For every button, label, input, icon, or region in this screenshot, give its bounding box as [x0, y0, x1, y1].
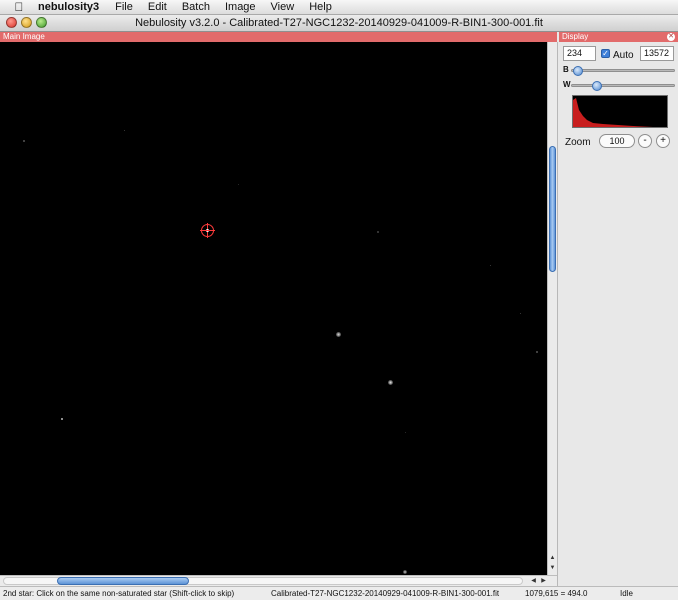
horizontal-scroll-thumb[interactable]: [57, 577, 189, 585]
star: [520, 313, 521, 314]
scroll-down-arrow-icon[interactable]: ▼: [548, 564, 557, 572]
black-slider-label: B: [563, 65, 569, 74]
white-slider-track[interactable]: [571, 84, 675, 87]
star: [536, 351, 538, 353]
close-window-button[interactable]: [6, 17, 17, 28]
white-point-field[interactable]: 13572: [640, 46, 674, 61]
menu-bar:  nebulosity3 File Edit Batch Image View…: [0, 0, 678, 15]
zoom-value-field[interactable]: 100: [599, 134, 635, 148]
star: [336, 332, 341, 337]
histogram: [572, 95, 668, 128]
star: [124, 130, 125, 131]
status-filename: Calibrated-T27-NGC1232-20140929-041009-R…: [271, 589, 500, 598]
main-image-canvas[interactable]: [0, 42, 547, 575]
selected-star: [206, 229, 209, 232]
menu-app-name[interactable]: nebulosity3: [38, 0, 99, 14]
scroll-left-arrow-icon[interactable]: ◀: [529, 576, 538, 586]
star: [388, 380, 393, 385]
star: [403, 570, 407, 574]
menu-help[interactable]: Help: [309, 0, 332, 14]
zoom-label: Zoom: [565, 137, 591, 148]
black-point-field[interactable]: 234: [563, 46, 596, 61]
apple-logo-icon[interactable]: : [8, 0, 30, 14]
display-panel-title: Display: [562, 32, 589, 41]
menu-view[interactable]: View: [271, 0, 295, 14]
star: [377, 231, 379, 233]
minimize-window-button[interactable]: [21, 17, 32, 28]
star-selection-marker[interactable]: [200, 223, 215, 238]
window-title-bar[interactable]: Nebulosity v3.2.0 - Calibrated-T27-NGC12…: [0, 15, 678, 32]
status-message: 2nd star: Click on the same non-saturate…: [3, 589, 235, 598]
black-slider-track[interactable]: [571, 69, 675, 72]
menu-image[interactable]: Image: [225, 0, 256, 14]
menu-batch[interactable]: Batch: [182, 0, 210, 14]
scroll-right-arrow-icon[interactable]: ▶: [539, 576, 548, 586]
star: [61, 418, 63, 420]
display-panel: 234 ✓ Auto 13572 B W Zoom 100 - +: [557, 42, 678, 586]
display-panel-header: Display ✕: [559, 32, 678, 42]
window-title: Nebulosity v3.2.0 - Calibrated-T27-NGC12…: [135, 17, 543, 29]
menu-edit[interactable]: Edit: [148, 0, 167, 14]
white-slider-label: W: [563, 80, 571, 89]
cursor-coordinates: 1079,615 = 494.0: [525, 589, 588, 598]
zoom-out-button[interactable]: -: [638, 134, 652, 148]
status-bar: 2nd star: Click on the same non-saturate…: [0, 586, 678, 600]
auto-checkbox-label: Auto: [613, 50, 634, 61]
white-slider-knob[interactable]: [591, 81, 602, 91]
star: [490, 265, 491, 266]
auto-checkbox[interactable]: ✓: [601, 49, 610, 58]
histogram-graph: [573, 98, 667, 127]
main-image-panel-header: Main Image: [0, 32, 557, 42]
scroll-up-arrow-icon[interactable]: ▲: [548, 554, 557, 562]
zoom-window-button[interactable]: [36, 17, 47, 28]
star: [405, 432, 406, 433]
vertical-scroll-thumb[interactable]: [549, 146, 556, 272]
close-panel-icon[interactable]: ✕: [667, 33, 675, 41]
star: [23, 140, 25, 142]
black-slider-knob[interactable]: [572, 66, 583, 76]
menu-file[interactable]: File: [115, 0, 133, 14]
vertical-scrollbar[interactable]: ▲ ▼: [547, 42, 557, 575]
zoom-in-button[interactable]: +: [656, 134, 670, 148]
horizontal-scrollbar[interactable]: ◀ ▶: [0, 575, 557, 586]
star: [238, 184, 239, 185]
status-state: Idle: [620, 589, 633, 598]
histogram-curve: [573, 98, 667, 127]
